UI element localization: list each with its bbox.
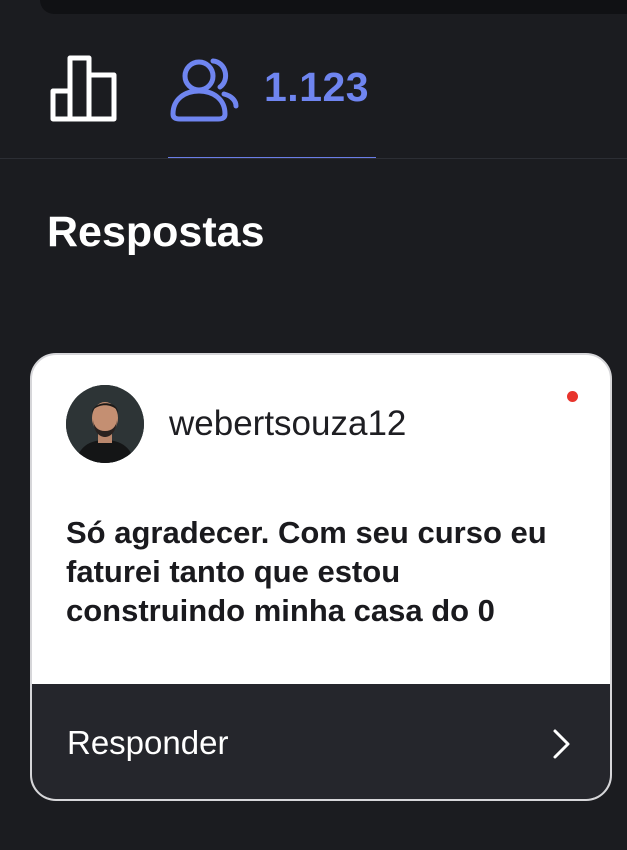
bar-chart-icon xyxy=(50,55,117,122)
reply-label: Responder xyxy=(67,724,229,761)
people-icon xyxy=(170,58,239,122)
tab-divider xyxy=(0,158,627,159)
stats-tab-bar: 1.123 xyxy=(0,0,627,160)
response-message: Só agradecer. Com seu curso eu faturei t… xyxy=(66,515,547,628)
audience-count: 1.123 xyxy=(264,64,370,110)
username: webertsouza12 xyxy=(169,404,407,443)
chevron-right-icon xyxy=(553,729,570,759)
tab-audience[interactable]: 1.123 xyxy=(168,50,376,160)
tab-insights[interactable] xyxy=(50,55,120,123)
avatar[interactable] xyxy=(66,385,144,463)
reply-button[interactable]: Responder xyxy=(32,684,610,799)
section-title: Respostas xyxy=(47,208,265,256)
response-card[interactable]: webertsouza12 Só agradecer. Com seu curs… xyxy=(30,353,612,801)
unread-indicator xyxy=(567,391,578,402)
